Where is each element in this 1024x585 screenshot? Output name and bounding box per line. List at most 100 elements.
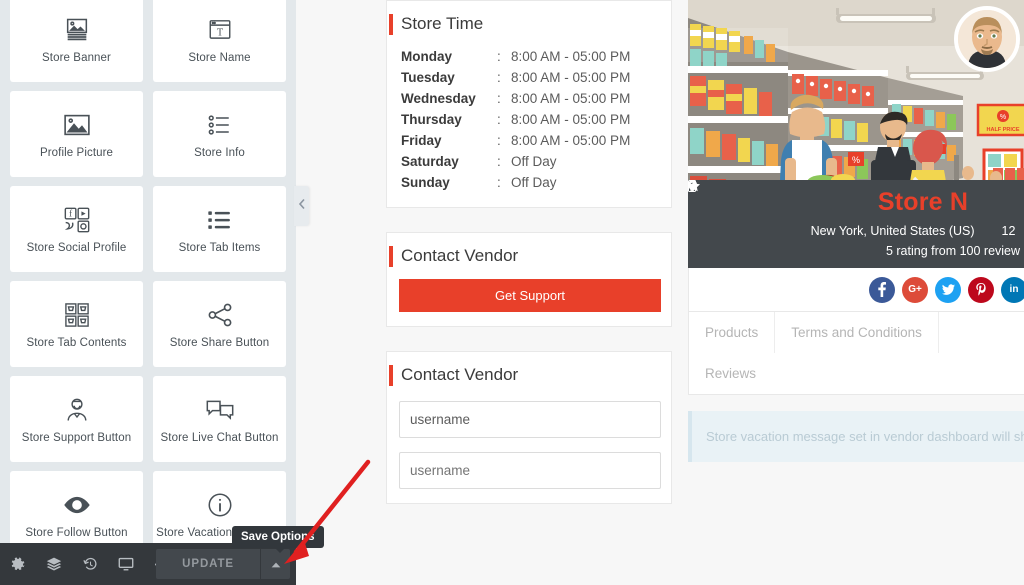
update-button-group: UPDATE [156, 549, 290, 579]
history-revisions-icon[interactable] [72, 543, 108, 585]
contact-vendor-form-card: Contact Vendor [386, 351, 672, 505]
store-time-row: Friday : 8:00 AM - 05:00 PM [387, 130, 671, 151]
store-time-row: Tuesday : 8:00 AM - 05:00 PM [387, 67, 671, 88]
widget-label: Store Info [194, 147, 245, 160]
store-time-row: Monday : 8:00 AM - 05:00 PM [387, 46, 671, 67]
store-location: New York, United States (US) [810, 224, 975, 238]
store-tab-products[interactable]: Products [689, 312, 776, 353]
widget-label: Store Tab Items [178, 242, 261, 255]
avatar-illustration [958, 10, 1016, 68]
widget-store-tab-items[interactable]: Store Tab Items [153, 186, 286, 272]
day-label: Thursday [401, 111, 462, 127]
username-input[interactable] [399, 401, 661, 439]
widget-label: Store Support Button [21, 432, 132, 445]
image-icon [62, 107, 92, 143]
share-icon [206, 297, 234, 333]
elementor-widget-panel: Store Banner T Store Name Profile Pictur… [0, 0, 296, 585]
widget-label: Store Live Chat Button [160, 432, 279, 445]
time-value: Off Day [511, 174, 557, 190]
grid-cart-icon [63, 297, 91, 333]
svg-text:f: f [69, 209, 73, 220]
chevron-left-icon [298, 197, 306, 215]
svg-text:%: % [1000, 114, 1006, 121]
store-time-row: Thursday : 8:00 AM - 05:00 PM [387, 109, 671, 130]
page-preview-area: Store Time Monday : 8:00 AM - 05:00 PM T… [296, 0, 1024, 585]
save-options-button[interactable] [260, 549, 290, 579]
update-button[interactable]: UPDATE [156, 549, 260, 579]
separator: : [497, 48, 501, 64]
store-meta-location-phone: New York, United States (US) 12 [688, 180, 1024, 238]
store-phone: 12 [1001, 224, 1016, 238]
settings-gear-icon[interactable] [0, 543, 36, 585]
store-social-profile-bar: G+ in [688, 268, 1024, 312]
store-tabs: Products Terms and Conditions Reviews [688, 312, 1024, 395]
avatar [954, 6, 1020, 72]
svg-text:%: % [852, 155, 860, 165]
widget-store-name[interactable]: T Store Name [153, 0, 286, 82]
svg-text:HALF PRICE: HALF PRICE [987, 127, 1020, 133]
contact-vendor-title: Contact Vendor [387, 233, 671, 278]
day-label: Friday [401, 132, 442, 148]
caret-up-icon [271, 555, 281, 573]
store-name: Store N [877, 188, 969, 216]
store-time-row: Saturday : Off Day [387, 151, 671, 172]
separator: : [497, 111, 501, 127]
widget-label: Store Share Button [169, 337, 270, 350]
email-input[interactable] [399, 452, 661, 490]
social-grid-icon: f [63, 202, 91, 238]
widget-store-banner[interactable]: Store Banner [10, 0, 143, 82]
preview-store-column: % % HALF PRICE Store N New York, United … [688, 0, 1024, 462]
time-value: Off Day [511, 153, 557, 169]
contact-vendor-form-title: Contact Vendor [387, 352, 671, 397]
elementor-editor-screen: Store Banner T Store Name Profile Pictur… [0, 0, 1024, 585]
svg-text:T: T [216, 28, 223, 39]
separator: : [497, 132, 501, 148]
widget-store-live-chat-button[interactable]: Store Live Chat Button [153, 376, 286, 462]
widget-label: Store Social Profile [26, 242, 127, 255]
widget-label: Store Banner [42, 52, 111, 65]
widget-label: Store Name [188, 52, 251, 65]
widget-label: Store Follow Button [25, 527, 128, 540]
linkedin-icon[interactable]: in [1001, 276, 1024, 303]
googleplus-icon[interactable]: G+ [902, 276, 928, 303]
separator: : [497, 69, 501, 85]
widget-grid: Store Banner T Store Name Profile Pictur… [0, 0, 296, 557]
store-time-card: Store Time Monday : 8:00 AM - 05:00 PM T… [386, 0, 672, 208]
preview-middle-column: Store Time Monday : 8:00 AM - 05:00 PM T… [386, 0, 672, 528]
googleplus-glyph: G+ [908, 284, 922, 295]
store-vacation-notice: Store vacation message set in vendor das… [688, 411, 1024, 462]
widget-store-share-button[interactable]: Store Share Button [153, 281, 286, 367]
support-agent-icon [63, 392, 91, 428]
store-tab-reviews[interactable]: Reviews [689, 353, 1024, 394]
facebook-icon[interactable] [869, 276, 895, 303]
widget-label: Store Tab Contents [26, 337, 127, 350]
panel-collapse-handle[interactable] [294, 186, 309, 226]
responsive-monitor-icon[interactable] [108, 543, 144, 585]
widget-store-tab-contents[interactable]: Store Tab Contents [10, 281, 143, 367]
time-value: 8:00 AM - 05:00 PM [511, 132, 631, 148]
widget-store-support-button[interactable]: Store Support Button [10, 376, 143, 462]
store-time-row: Wednesday : 8:00 AM - 05:00 PM [387, 88, 671, 109]
store-meta-rating: 5 rating from 100 review [688, 180, 1024, 258]
day-label: Sunday [401, 174, 450, 190]
store-time-rows: Monday : 8:00 AM - 05:00 PM Tuesday : 8:… [387, 46, 671, 193]
store-time-title: Store Time [387, 1, 671, 46]
separator: : [497, 174, 501, 190]
widget-store-info[interactable]: Store Info [153, 91, 286, 177]
get-support-button[interactable]: Get Support [399, 279, 661, 313]
store-time-row: Sunday : Off Day [387, 172, 671, 193]
day-label: Saturday [401, 153, 459, 169]
form-divider [387, 438, 671, 448]
navigator-layers-icon[interactable] [36, 543, 72, 585]
chat-bubbles-icon [205, 392, 235, 428]
twitter-icon[interactable] [935, 276, 961, 303]
widget-profile-picture[interactable]: Profile Picture [10, 91, 143, 177]
image-banner-icon [63, 12, 91, 48]
info-circle-icon [206, 487, 234, 523]
store-info-bar: Store N New York, United States (US) 12 [688, 180, 1024, 268]
widget-store-social-profile[interactable]: f Store Social Profile [10, 186, 143, 272]
pinterest-icon[interactable] [968, 276, 994, 303]
bullet-list-icon [206, 107, 234, 143]
store-tab-terms[interactable]: Terms and Conditions [775, 312, 939, 353]
store-banner: % % HALF PRICE Store N New York, United … [688, 0, 1024, 268]
